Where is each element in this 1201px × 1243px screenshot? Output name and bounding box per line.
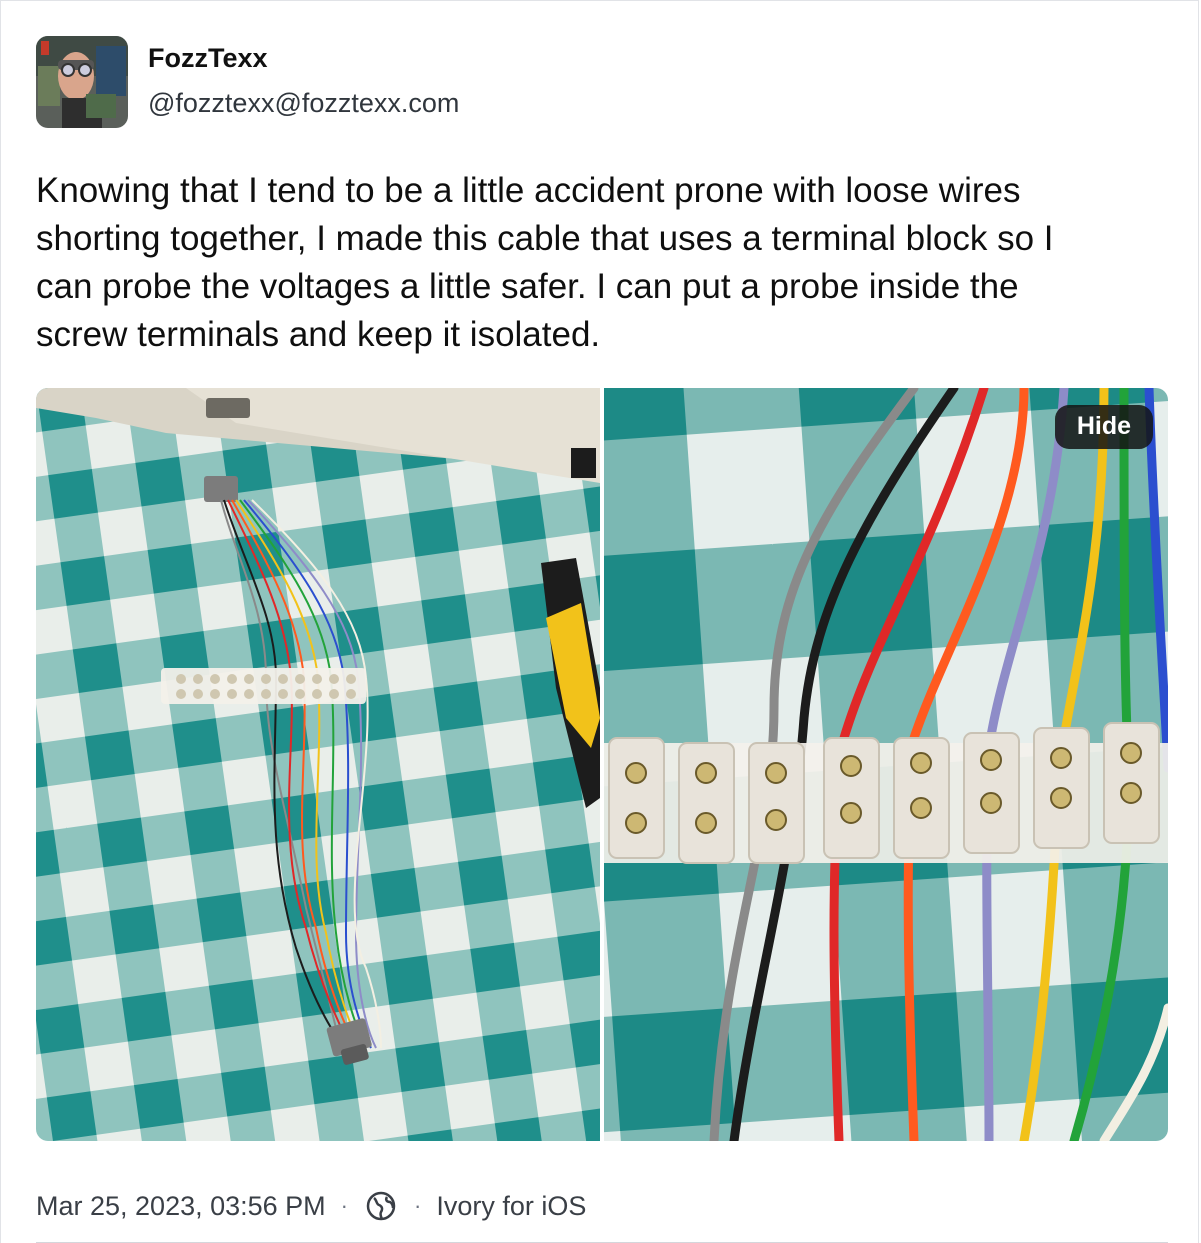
separator: · (414, 1193, 422, 1218)
post-timestamp[interactable]: Mar 25, 2023, 03:56 PM (36, 1191, 326, 1222)
post-card: FozzTexx @fozztexx@fozztexx.com Knowing … (0, 0, 1199, 1243)
client-name[interactable]: Ivory for iOS (436, 1191, 586, 1222)
author-handle[interactable]: @fozztexx@fozztexx.com (148, 88, 459, 119)
hide-media-button[interactable]: Hide (1054, 405, 1153, 449)
post-meta: Mar 25, 2023, 03:56 PM · · Ivory for iOS (36, 1190, 586, 1222)
media-gallery: Hide (36, 388, 1168, 1141)
author-name[interactable]: FozzTexx (148, 43, 268, 74)
avatar[interactable] (36, 36, 128, 128)
photo-cable-overview[interactable] (36, 388, 600, 1141)
post-text: Knowing that I tend to be a little accid… (36, 171, 1054, 354)
avatar-image (36, 36, 128, 128)
separator: · (340, 1193, 348, 1218)
globe-icon (365, 1190, 397, 1222)
photo-terminal-closeup[interactable] (604, 388, 1168, 1141)
